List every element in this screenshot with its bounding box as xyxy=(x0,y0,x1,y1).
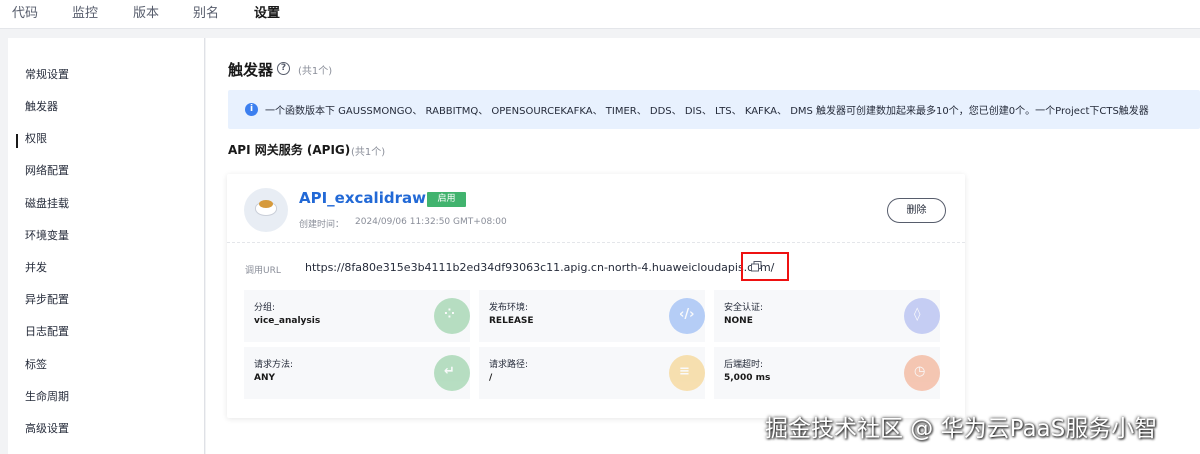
tab-code[interactable]: 代码 xyxy=(12,2,38,21)
field-path: 请求路径: / ≡ xyxy=(479,347,705,399)
field-label: 请求路径: xyxy=(489,360,529,370)
settings-sidebar: 常规设置 触发器 权限 网络配置 磁盘挂载 环境变量 并发 异步配置 日志配置 … xyxy=(8,38,205,454)
sidebar-item-permissions[interactable]: 权限 xyxy=(25,130,47,146)
field-label: 分组: xyxy=(254,303,276,313)
field-value: ANY xyxy=(254,373,276,383)
sidebar-item-network[interactable]: 网络配置 xyxy=(25,162,69,178)
field-auth: 安全认证: NONE ◊ xyxy=(714,290,940,342)
field-value: 5,000 ms xyxy=(724,373,771,383)
card-divider xyxy=(227,242,965,243)
top-tab-bar: 代码 监控 版本 别名 设置 xyxy=(0,0,1200,29)
delete-button[interactable]: 删除 xyxy=(887,198,946,223)
trigger-card: API_excalidraw 启用 创建时间： 2024/09/06 11:32… xyxy=(227,174,965,418)
trigger-name-link[interactable]: API_excalidraw xyxy=(299,189,426,207)
status-badge: 启用 xyxy=(427,192,466,207)
url-label: 调用URL xyxy=(245,266,281,276)
info-icon: i xyxy=(245,103,258,116)
main-panel: 触发器 ? (共1个) i 一个函数版本下 GAUSSMONGO、 RABBIT… xyxy=(206,38,1200,454)
section-count: (共1个) xyxy=(351,147,386,158)
field-group: 分组: vice_analysis ⁘ xyxy=(244,290,470,342)
copy-highlight-box xyxy=(741,252,789,281)
tab-monitor[interactable]: 监控 xyxy=(72,2,98,21)
help-icon[interactable]: ? xyxy=(277,62,290,75)
watermark: 掘金技术社区 @ 华为云PaaS服务小智 xyxy=(765,416,1158,442)
sidebar-item-tags[interactable]: 标签 xyxy=(25,356,47,372)
sidebar-item-async[interactable]: 异步配置 xyxy=(25,291,69,307)
info-banner: i 一个函数版本下 GAUSSMONGO、 RABBITMQ、 OPENSOUR… xyxy=(228,90,1200,129)
sidebar-item-triggers[interactable]: 触发器 xyxy=(25,98,58,114)
function-avatar-icon xyxy=(244,188,288,232)
method-icon: ↵ xyxy=(434,355,470,391)
tab-versions[interactable]: 版本 xyxy=(133,2,159,21)
field-method: 请求方法: ANY ↵ xyxy=(244,347,470,399)
created-label: 创建时间： xyxy=(299,220,345,230)
field-label: 请求方法: xyxy=(254,360,294,370)
sidebar-item-lifecycle[interactable]: 生命周期 xyxy=(25,388,69,404)
field-label: 后端超时: xyxy=(724,360,764,370)
sidebar-item-concurrency[interactable]: 并发 xyxy=(25,259,47,275)
code-icon: ‹/› xyxy=(669,298,705,334)
tab-settings[interactable]: 设置 xyxy=(254,2,280,21)
url-value: https://8fa80e315e3b4111b2ed34df93063c11… xyxy=(305,261,775,274)
sidebar-item-env-vars[interactable]: 环境变量 xyxy=(25,227,69,243)
active-item-indicator xyxy=(16,134,18,148)
field-environment: 发布环境: RELEASE ‹/› xyxy=(479,290,705,342)
copy-icon[interactable] xyxy=(751,261,762,272)
field-value: NONE xyxy=(724,316,753,326)
sidebar-item-advanced[interactable]: 高级设置 xyxy=(25,420,69,436)
info-banner-text: 一个函数版本下 GAUSSMONGO、 RABBITMQ、 OPENSOURCE… xyxy=(265,106,1149,117)
sidebar-item-logging[interactable]: 日志配置 xyxy=(25,323,69,339)
page-title: 触发器 xyxy=(228,61,274,79)
field-timeout: 后端超时: 5,000 ms ◷ xyxy=(714,347,940,399)
tab-aliases[interactable]: 别名 xyxy=(193,2,219,21)
sidebar-item-disk-mount[interactable]: 磁盘挂载 xyxy=(25,195,69,211)
field-label: 发布环境: xyxy=(489,303,529,313)
trigger-count: (共1个) xyxy=(298,66,333,77)
path-icon: ≡ xyxy=(669,355,705,391)
sidebar-item-general[interactable]: 常规设置 xyxy=(25,66,69,82)
field-label: 安全认证: xyxy=(724,303,764,313)
shield-icon: ◊ xyxy=(904,298,940,334)
created-value: 2024/09/06 11:32:50 GMT+08:00 xyxy=(355,217,507,227)
group-icon: ⁘ xyxy=(434,298,470,334)
timer-icon: ◷ xyxy=(904,355,940,391)
field-value: / xyxy=(489,373,493,383)
section-title: API 网关服务 (APIG) xyxy=(228,143,351,157)
field-value: RELEASE xyxy=(489,316,534,326)
field-value: vice_analysis xyxy=(254,316,321,326)
